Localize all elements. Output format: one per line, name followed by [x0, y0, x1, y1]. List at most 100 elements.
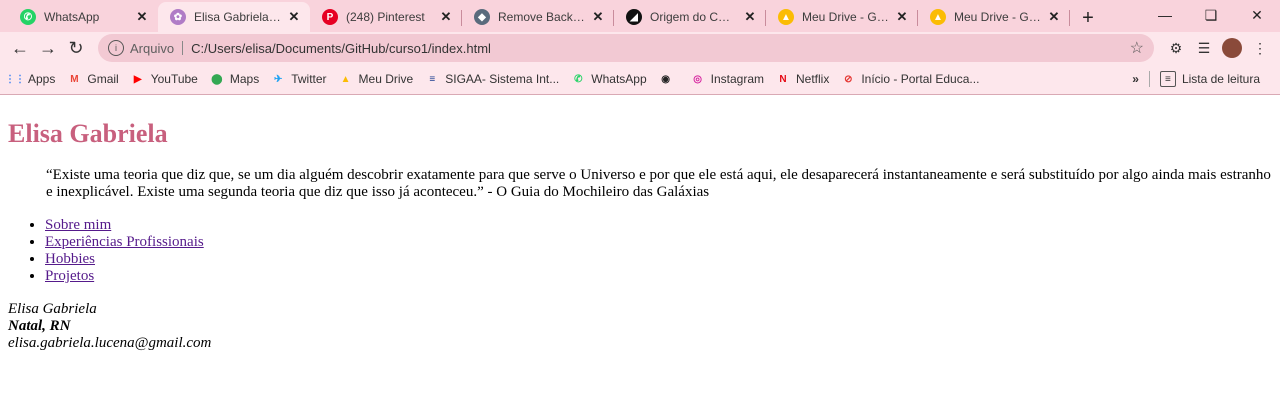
bookmarks-bar: ⋮⋮ Apps M Gmail ▶ YouTube ⬤ Maps ✈ Twitter ▲ Meu Dr…	[0, 64, 1280, 95]
extensions-icon[interactable]: ⚙	[1162, 34, 1190, 62]
profile-avatar[interactable]	[1218, 34, 1246, 62]
reload-button[interactable]: ↻	[62, 34, 90, 62]
tab-0[interactable]: ✆ WhatsApp ✕	[8, 2, 158, 32]
address-bar[interactable]: i Arquivo C:/Users/elisa/Documents/GitHu…	[98, 34, 1154, 62]
globe-icon: ◉	[661, 73, 670, 85]
browser-chrome: ✆ WhatsApp ✕ ✿ Elisa Gabriela Luce ✕ P (248) Pi…	[0, 0, 1280, 95]
instagram-icon: ◎	[693, 73, 702, 85]
nav-list: Sobre mim Experiências Profissionais Hob…	[8, 217, 1272, 285]
bookmark-8[interactable]: ◉	[659, 72, 679, 86]
tab-title: Remove Backgrou	[498, 10, 586, 24]
contact-name: Elisa Gabriela	[8, 301, 97, 317]
tab-title: Meu Drive - Goog	[954, 10, 1042, 24]
link-experiencias[interactable]: Experiências Profissionais	[45, 234, 204, 250]
bookmark-1[interactable]: M Gmail	[67, 72, 119, 86]
maximize-button[interactable]: ❏	[1188, 0, 1234, 30]
reading-list[interactable]: ≡ Lista de leitura	[1159, 71, 1260, 87]
link-projetos[interactable]: Projetos	[45, 268, 94, 284]
address-url[interactable]: C:/Users/elisa/Documents/GitHub/curso1/i…	[191, 41, 491, 56]
tab-separator	[1069, 10, 1070, 26]
bookmark-5[interactable]: ▲ Meu Drive	[339, 72, 414, 86]
minimize-button[interactable]: —	[1142, 0, 1188, 30]
apps-icon: ⋮⋮	[5, 73, 25, 85]
tab-strip: ✆ WhatsApp ✕ ✿ Elisa Gabriela Luce ✕ P (248) Pi…	[0, 0, 1280, 32]
bookmark-label: Netflix	[796, 72, 830, 86]
bookmark-0[interactable]: ⋮⋮ Apps	[5, 72, 56, 86]
bookmarks-divider	[1148, 71, 1150, 87]
close-icon[interactable]: ✕	[742, 9, 758, 25]
bookmarks-right: » ≡ Lista de leitura	[1132, 71, 1272, 87]
contact-city: Natal, RN	[8, 318, 71, 334]
twitter-icon: ✈	[274, 73, 283, 85]
contact-address: Elisa Gabriela Natal, RN elisa.gabriela.…	[8, 301, 1272, 352]
whatsapp-icon: ✆	[574, 73, 583, 85]
close-icon[interactable]: ✕	[894, 9, 910, 25]
reading-list-icon: ≡	[1159, 71, 1176, 87]
bookmark-label: YouTube	[150, 72, 198, 86]
tab-1[interactable]: ✿ Elisa Gabriela Luce ✕	[158, 2, 310, 32]
portal-icon: ⊘	[844, 73, 853, 85]
bookmark-label: Twitter	[291, 72, 327, 86]
sigaa-icon: ≡	[429, 73, 436, 85]
list-item: Projetos	[45, 268, 1272, 285]
whatsapp-icon: ✆	[20, 9, 36, 25]
bookmark-2[interactable]: ▶ YouTube	[131, 72, 198, 86]
info-icon[interactable]: i	[108, 40, 124, 56]
window-controls: — ❏ ✕	[1142, 0, 1280, 30]
tab-title: Meu Drive - Goog	[802, 10, 890, 24]
avatar	[1222, 38, 1242, 58]
list-item: Sobre mim	[45, 217, 1272, 234]
close-icon[interactable]: ✕	[134, 9, 150, 25]
media-icon[interactable]: ☰	[1190, 34, 1218, 62]
bookmark-label: Início - Portal Educa...	[861, 72, 980, 86]
close-icon[interactable]: ✕	[590, 9, 606, 25]
bookmark-label: Apps	[28, 72, 56, 86]
gmail-icon: M	[70, 73, 79, 85]
close-icon[interactable]: ✕	[286, 9, 302, 25]
forward-button[interactable]: →	[34, 34, 62, 62]
tab-title: Elisa Gabriela Luce	[194, 10, 282, 24]
bookmark-7[interactable]: ✆ WhatsApp	[571, 72, 647, 86]
bookmark-label: Instagram	[710, 72, 764, 86]
link-sobre-mim[interactable]: Sobre mim	[45, 217, 111, 233]
tab-2[interactable]: P (248) Pinterest ✕	[310, 2, 462, 32]
drive-icon: ▲	[340, 73, 351, 85]
reading-list-label: Lista de leitura	[1181, 72, 1260, 86]
alura-icon: ◢	[626, 9, 642, 25]
bookmark-9[interactable]: ◎ Instagram	[691, 72, 764, 86]
bookmark-11[interactable]: ⊘ Início - Portal Educa...	[841, 72, 979, 86]
close-icon[interactable]: ✕	[438, 9, 454, 25]
tab-title: WhatsApp	[44, 10, 100, 24]
star-icon[interactable]: ☆	[1130, 38, 1144, 58]
bookmark-6[interactable]: ≡ SIGAA- Sistema Int...	[425, 72, 559, 86]
bookmark-4[interactable]: ✈ Twitter	[271, 72, 327, 86]
list-item: Hobbies	[45, 251, 1272, 268]
tab-4[interactable]: ◢ Origem do CSS | R ✕	[614, 2, 766, 32]
maps-icon: ⬤	[211, 73, 223, 85]
close-icon[interactable]: ✕	[1046, 9, 1062, 25]
drive-icon: ▲	[930, 9, 946, 25]
tab-3[interactable]: ◆ Remove Backgrou ✕	[462, 2, 614, 32]
pinterest-icon: P	[322, 9, 338, 25]
menu-icon[interactable]: ⋮	[1246, 34, 1274, 62]
address-label: Arquivo	[130, 40, 175, 56]
bookmark-3[interactable]: ⬤ Maps	[210, 72, 259, 86]
more-bookmarks-icon[interactable]: »	[1132, 72, 1139, 86]
address-divider	[182, 41, 184, 55]
tab-5[interactable]: ▲ Meu Drive - Goog ✕	[766, 2, 918, 32]
bookmark-label: SIGAA- Sistema Int...	[445, 72, 560, 86]
new-tab-button[interactable]: +	[1074, 4, 1102, 32]
bookmark-10[interactable]: N Netflix	[776, 72, 829, 86]
youtube-icon: ▶	[133, 73, 142, 85]
tab-6[interactable]: ▲ Meu Drive - Goog ✕	[918, 2, 1070, 32]
link-hobbies[interactable]: Hobbies	[45, 251, 95, 267]
bookmark-label: Maps	[229, 72, 260, 86]
contact-email: elisa.gabriela.lucena@gmail.com	[8, 335, 212, 351]
tab-title: Origem do CSS | R	[650, 10, 738, 24]
bookmark-label: Gmail	[87, 72, 119, 86]
netflix-icon: N	[779, 73, 787, 85]
back-button[interactable]: ←	[6, 34, 34, 62]
close-window-button[interactable]: ✕	[1234, 0, 1280, 30]
quote: “Existe uma teoria que diz que, se um di…	[46, 167, 1271, 200]
drive-icon: ▲	[778, 9, 794, 25]
